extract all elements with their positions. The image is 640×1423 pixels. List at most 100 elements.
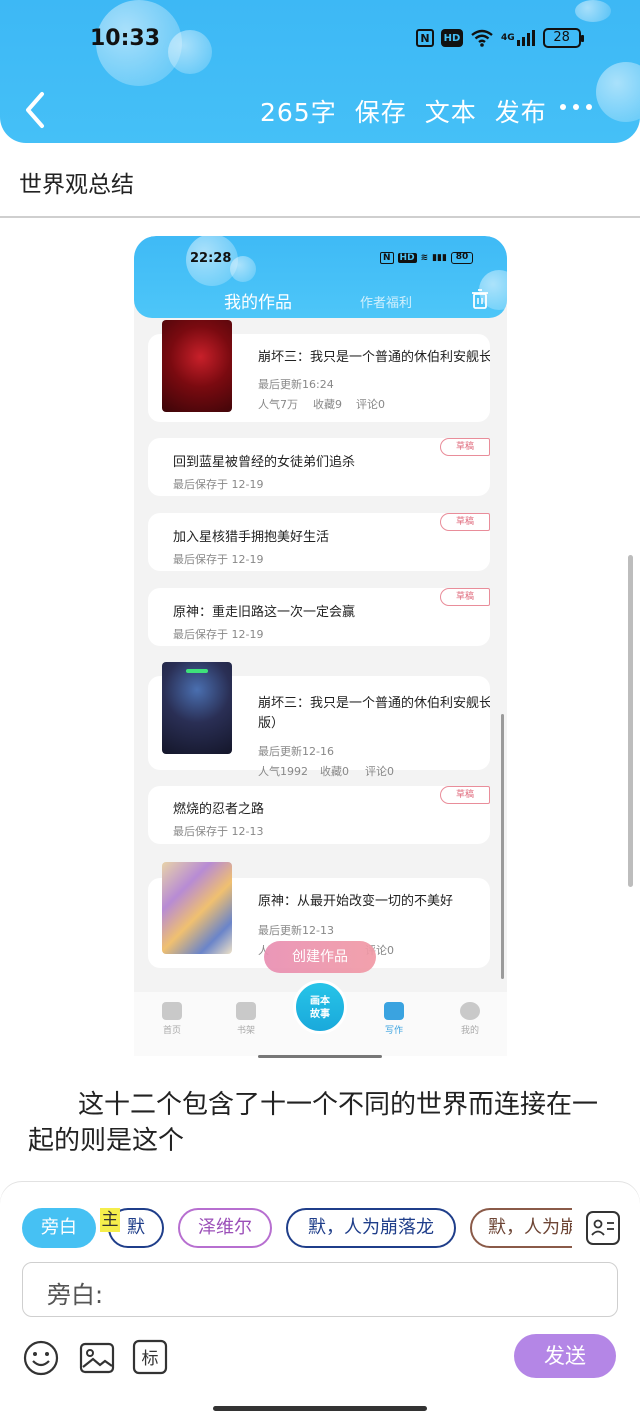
document-body-text[interactable]: 这十二个包含了十一个不同的世界而连接在一起的则是这个: [28, 1087, 608, 1159]
divider: [0, 216, 640, 218]
embedded-screenshot: 22:28 N HD ≋ ▮▮▮ 80 我的作品 作者福利 崩坏三：我只是一个普…: [134, 236, 507, 1056]
header-actions: 265字 保存 文本 发布: [260, 93, 547, 129]
tab-bookshelf[interactable]: 书架: [226, 1002, 266, 1036]
tab-write[interactable]: 写作: [374, 1002, 414, 1036]
screenshot-status-icons: N HD ≋ ▮▮▮ 80: [380, 252, 473, 264]
profile-icon: [460, 1002, 480, 1020]
work-saved: 最后保存于 12-19: [173, 628, 264, 641]
tab-mine-label: 我的: [460, 1026, 479, 1036]
work-title: 崩坏三：我只是一个普通的休伯利安舰长: [258, 350, 490, 365]
work-favorites: 收藏0: [320, 765, 349, 778]
back-button[interactable]: [18, 88, 54, 132]
role-chips: 旁白 默 主 泽维尔 默，人为崩落龙 默，人为崩: [22, 1208, 572, 1250]
role-chip-narrator[interactable]: 旁白: [22, 1208, 96, 1248]
role-chip-xavier[interactable]: 泽维尔: [178, 1208, 272, 1248]
work-favorites: 收藏9: [313, 398, 342, 411]
more-icon[interactable]: [560, 104, 592, 110]
page: 10:33 N HD 4G 28 265字 保存 文本 发布 世界观总结 22:…: [0, 0, 640, 1423]
work-updated: 最后更新16:24: [258, 378, 334, 391]
screenshot-status-time: 22:28: [190, 251, 232, 266]
work-card[interactable]: 崩坏三：我只是一个普通的休伯利安舰长 最后更新16:24 人气7万 收藏9 评论…: [148, 320, 490, 422]
work-card[interactable]: 草稿 加入星核猎手拥抱美好生活 最后保存于 12-19: [148, 513, 490, 571]
work-card[interactable]: 崩坏三：我只是一个普通的休伯利安舰长 版） 最后更新12-16 人气1992 收…: [148, 662, 490, 778]
document-title[interactable]: 世界观总结: [19, 165, 134, 199]
svg-text:标: 标: [142, 1349, 159, 1369]
battery-indicator: 80: [450, 252, 473, 264]
role-chip-mo-dragon[interactable]: 默，人为崩落龙: [286, 1208, 456, 1248]
emoji-icon[interactable]: [22, 1339, 60, 1381]
draft-badge: 草稿: [440, 513, 490, 531]
create-work-button[interactable]: 创建作品: [264, 941, 376, 973]
image-icon[interactable]: [78, 1339, 116, 1381]
work-cover-image: [162, 862, 232, 954]
work-updated: 最后更新12-13: [258, 924, 334, 937]
work-card[interactable]: 草稿 原神：重走旧路这一次一定会赢 最后保存于 12-19: [148, 588, 490, 646]
hd-icon: HD: [441, 29, 463, 47]
trash-icon[interactable]: [471, 289, 489, 309]
work-card[interactable]: 草稿 燃烧的忍者之路 最后保存于 12-13: [148, 786, 490, 844]
work-title: 原神：从最开始改变一切的不美好: [258, 894, 454, 909]
work-popularity: 人气1992: [258, 765, 308, 778]
tab-my-works[interactable]: 我的作品: [224, 288, 292, 313]
work-title: 加入星核猎手拥抱美好生活: [173, 530, 330, 545]
nfc-icon: N: [416, 29, 434, 47]
home-icon: [162, 1002, 182, 1020]
draft-badge: 草稿: [440, 786, 490, 804]
role-chip-mo-partial[interactable]: 默，人为崩: [470, 1208, 572, 1248]
highlight-char: 主: [100, 1208, 120, 1232]
decor-bubble: [575, 0, 611, 22]
nfc-icon: N: [380, 252, 394, 264]
pencil-icon: [384, 1002, 404, 1020]
save-button[interactable]: 保存: [355, 93, 407, 129]
screenshot-home-indicator: [258, 1055, 382, 1058]
composer-panel: 旁白 默 主 泽维尔 默，人为崩落龙 默，人为崩 旁白: 标 发送: [0, 1182, 640, 1423]
work-title: 原神：重走旧路这一次一定会赢: [173, 605, 356, 620]
center-label-1: 画本: [310, 996, 330, 1007]
work-saved: 最后保存于 12-13: [173, 825, 264, 838]
work-title: 燃烧的忍者之路: [173, 802, 265, 817]
contact-card-icon[interactable]: [586, 1211, 620, 1245]
work-title-cont: 版）: [258, 716, 285, 731]
work-saved: 最后保存于 12-19: [173, 478, 264, 491]
work-title: 崩坏三：我只是一个普通的休伯利安舰长: [258, 696, 490, 711]
work-popularity: 人气7万: [258, 398, 298, 411]
screenshot-header: 22:28 N HD ≋ ▮▮▮ 80 我的作品 作者福利: [134, 236, 507, 318]
tab-home[interactable]: 首页: [152, 1002, 192, 1036]
tab-bookshelf-label: 书架: [236, 1026, 255, 1036]
screenshot-tabbar: 首页 书架 画本 故事 写作 我的: [134, 980, 507, 1056]
page-scrollbar[interactable]: [628, 555, 633, 887]
text-button[interactable]: 文本: [425, 93, 477, 129]
gesture-bar: [213, 1406, 427, 1411]
wifi-icon: ≋: [420, 253, 429, 263]
tag-icon[interactable]: 标: [132, 1339, 168, 1379]
work-comments: 评论0: [365, 765, 394, 778]
work-updated: 最后更新12-16: [258, 745, 334, 758]
word-count: 265字: [260, 98, 337, 127]
decor-bubble: [230, 256, 256, 282]
send-button[interactable]: 发送: [514, 1334, 616, 1378]
back-icon: [26, 92, 44, 128]
draft-badge: 草稿: [440, 438, 490, 456]
status-time: 10:33: [90, 26, 161, 51]
center-label-2: 故事: [310, 1009, 330, 1020]
story-center-button[interactable]: 画本 故事: [293, 980, 347, 1034]
tab-mine[interactable]: 我的: [450, 1002, 490, 1036]
signal-icon: 4G: [501, 29, 536, 47]
status-icons: N HD 4G 28: [416, 28, 584, 48]
screenshot-scrollbar: [501, 714, 504, 979]
draft-badge: 草稿: [440, 588, 490, 606]
work-title: 回到蓝星被曾经的女徒弟们追杀: [173, 455, 356, 470]
message-input[interactable]: 旁白:: [22, 1262, 618, 1317]
decor-bubble: [596, 62, 640, 122]
work-card[interactable]: 草稿 回到蓝星被曾经的女徒弟们追杀 最后保存于 12-19: [148, 438, 490, 496]
input-prefix: 旁白:: [47, 1281, 104, 1309]
hd-icon: HD: [397, 253, 417, 263]
work-saved: 最后保存于 12-19: [173, 553, 264, 566]
tab-home-label: 首页: [162, 1026, 181, 1036]
top-header: 10:33 N HD 4G 28 265字 保存 文本 发布: [0, 0, 640, 143]
decor-bubble: [168, 30, 212, 74]
tab-author-benefits[interactable]: 作者福利: [360, 292, 412, 311]
signal-icon: ▮▮▮: [432, 253, 447, 263]
publish-button[interactable]: 发布: [495, 93, 547, 129]
work-cover-image: [162, 662, 232, 754]
